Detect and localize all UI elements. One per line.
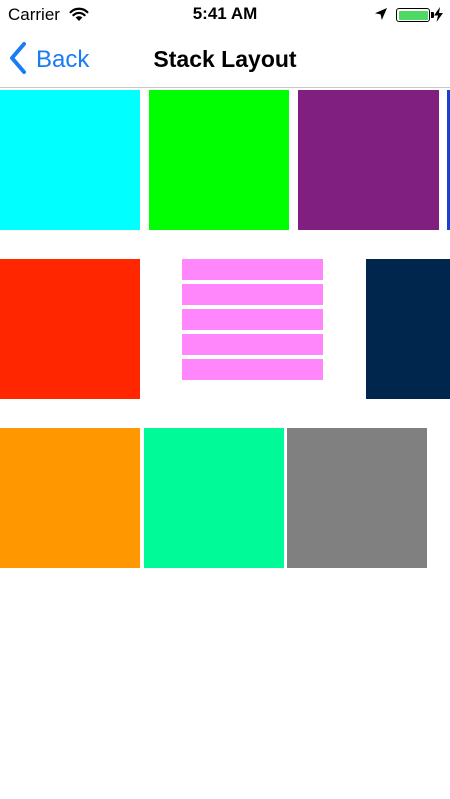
page-title: Stack Layout: [153, 46, 297, 72]
tile-row3-2: [144, 428, 284, 568]
tile-row2-1: [0, 259, 140, 399]
location-arrow-icon: [374, 7, 388, 26]
tile-row2-3: [366, 259, 450, 399]
stacked-bar-1: [182, 259, 323, 280]
navigation-bar: Back Stack Layout: [0, 30, 450, 88]
stacked-bar-2: [182, 284, 323, 305]
status-bar: Carrier 5:41 AM: [0, 0, 450, 30]
stacked-bar-3: [182, 309, 323, 330]
tile-row3-1: [0, 428, 140, 568]
battery-fill: [398, 10, 428, 20]
tile-row1-1: [0, 90, 140, 230]
charging-bolt-icon: [434, 7, 443, 27]
battery-icon: [396, 8, 430, 22]
tile-row1-3: [298, 90, 439, 230]
stacked-bar-4: [182, 334, 323, 355]
stacked-bar-5: [182, 359, 323, 380]
tile-row1-2: [149, 90, 289, 230]
tile-row3-3: [287, 428, 427, 568]
